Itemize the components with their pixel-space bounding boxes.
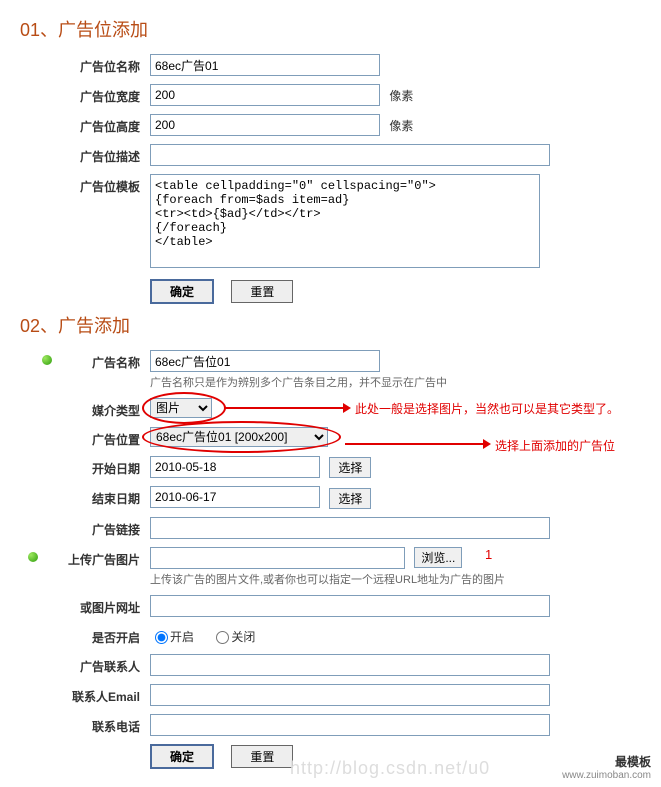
row-ad-link: 广告链接 (20, 517, 641, 539)
row-ad-slot-desc: 广告位描述 (20, 144, 641, 166)
reset-button-s2[interactable]: 重置 (231, 745, 293, 768)
row-ad-slot-name: 广告位名称 (20, 54, 641, 76)
input-slot-height[interactable] (150, 114, 380, 136)
row-ad-name: 广告名称 广告名称只是作为辨别多个广告条目之用，并不显示在广告中 (20, 350, 641, 390)
radio-label-on: 开启 (170, 630, 194, 644)
annotation-arrow-position (345, 443, 485, 445)
label-width: 广告位宽度 (20, 84, 150, 105)
label-name: 广告位名称 (20, 54, 150, 75)
browse-button[interactable]: 浏览... (414, 547, 462, 568)
row-contact: 广告联系人 (20, 654, 641, 676)
row-end-date: 结束日期 选择 (20, 486, 641, 508)
row-start-date: 开始日期 选择 (20, 456, 641, 478)
annotation-num-1: 1 (485, 547, 492, 562)
row-ad-slot-tpl: 广告位模板 <table cellpadding="0" cellspacing… (20, 174, 641, 271)
annotation-media-text: 此处一般是选择图片，当然也可以是其它类型了。 (355, 400, 619, 417)
label-contact: 广告联系人 (20, 654, 150, 675)
row-image-url: 或图片网址 (20, 595, 641, 617)
input-slot-name[interactable] (150, 54, 380, 76)
input-contact[interactable] (150, 654, 550, 676)
textarea-slot-tpl[interactable]: <table cellpadding="0" cellspacing="0"> … (150, 174, 540, 268)
select-media-type[interactable]: 图片 (150, 398, 212, 418)
hint-upload: 上传该广告的图片文件,或者你也可以指定一个远程URL地址为广告的图片 (150, 571, 641, 587)
label-start: 开始日期 (20, 456, 150, 477)
label-upload: 上传广告图片 (20, 547, 150, 568)
label-media: 媒介类型 (20, 398, 150, 419)
input-slot-width[interactable] (150, 84, 380, 106)
label-height: 广告位高度 (20, 114, 150, 135)
annotation-arrow-media (225, 407, 345, 409)
submit-button-s2[interactable]: 确定 (150, 744, 214, 769)
annotation-position-text: 选择上面添加的广告位 (495, 437, 615, 454)
label-link: 广告链接 (20, 517, 150, 538)
select-ad-position[interactable]: 68ec广告位01 [200x200] (150, 427, 328, 447)
input-ad-link[interactable] (150, 517, 550, 539)
label-email: 联系人Email (20, 684, 150, 705)
required-dot-icon-2 (28, 552, 38, 562)
row-s1-buttons: 确定 重置 (20, 279, 641, 304)
input-upload-path[interactable] (150, 547, 405, 569)
input-ad-name[interactable] (150, 350, 380, 372)
hint-ad-name: 广告名称只是作为辨别多个广告条目之用，并不显示在广告中 (150, 374, 641, 390)
row-media-type: 媒介类型 图片 此处一般是选择图片，当然也可以是其它类型了。 (20, 398, 641, 419)
row-s2-buttons: 确定 重置 (20, 744, 641, 769)
radio-enabled-off[interactable] (216, 631, 229, 644)
row-upload-image: 上传广告图片 浏览... 1 上传该广告的图片文件,或者你也可以指定一个远程UR… (20, 547, 641, 587)
unit-width: 像素 (389, 89, 413, 103)
input-image-url[interactable] (150, 595, 550, 617)
input-phone[interactable] (150, 714, 550, 736)
row-ad-slot-height: 广告位高度 像素 (20, 114, 641, 136)
input-slot-desc[interactable] (150, 144, 550, 166)
radio-label-off: 关闭 (231, 630, 255, 644)
reset-button-s1[interactable]: 重置 (231, 280, 293, 303)
unit-height: 像素 (389, 119, 413, 133)
select-end-button[interactable]: 选择 (329, 488, 371, 509)
label-ad-name: 广告名称 (20, 350, 150, 371)
row-phone: 联系电话 (20, 714, 641, 736)
row-ad-slot-width: 广告位宽度 像素 (20, 84, 641, 106)
label-end: 结束日期 (20, 486, 150, 507)
row-enabled: 是否开启 开启 关闭 (20, 625, 641, 646)
label-imgurl: 或图片网址 (20, 595, 150, 616)
label-tpl: 广告位模板 (20, 174, 150, 195)
label-phone: 联系电话 (20, 714, 150, 735)
row-ad-position: 广告位置 68ec广告位01 [200x200] 选择上面添加的广告位 (20, 427, 641, 448)
select-start-button[interactable]: 选择 (329, 457, 371, 478)
row-email: 联系人Email (20, 684, 641, 706)
input-start-date[interactable] (150, 456, 320, 478)
section2-title: 02、广告添加 (20, 312, 641, 338)
radio-enabled-on[interactable] (155, 631, 168, 644)
required-dot-icon (42, 355, 52, 365)
section1-title: 01、广告位添加 (20, 16, 641, 42)
footer-credit: 最模板 www.zuimoban.com (562, 753, 651, 781)
label-position: 广告位置 (20, 427, 150, 448)
input-end-date[interactable] (150, 486, 320, 508)
label-desc: 广告位描述 (20, 144, 150, 165)
submit-button-s1[interactable]: 确定 (150, 279, 214, 304)
input-email[interactable] (150, 684, 550, 706)
label-enabled: 是否开启 (20, 625, 150, 646)
